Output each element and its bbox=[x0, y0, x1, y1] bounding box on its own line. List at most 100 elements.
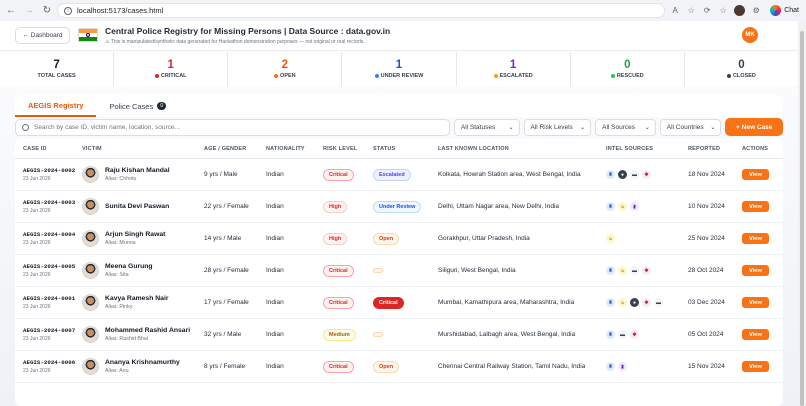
vehicle-source-icon[interactable]: ▬ bbox=[654, 298, 663, 307]
camera-source-icon[interactable]: ● bbox=[630, 298, 639, 307]
header-location[interactable]: LAST KNOWN LOCATION bbox=[438, 146, 606, 152]
case-id[interactable]: AEGIS-2024-0006 bbox=[23, 359, 75, 366]
header-case-id[interactable]: CASE ID bbox=[15, 146, 82, 152]
scroll-thumb[interactable] bbox=[800, 31, 804, 406]
case-id[interactable]: AEGIS-2024-0007 bbox=[23, 327, 75, 334]
case-id[interactable]: AEGIS-2024-0004 bbox=[23, 231, 75, 238]
settings-icon[interactable]: ⚙ bbox=[751, 6, 761, 15]
filter-toolbar: All Statuses ⌄ All Risk Levels ⌄ All Sou… bbox=[15, 117, 783, 137]
vehicle-source-icon[interactable]: ▬ bbox=[630, 170, 639, 179]
dashboard-button[interactable]: ← Dashboard bbox=[15, 27, 70, 44]
view-button[interactable]: View bbox=[742, 265, 769, 276]
search-box[interactable] bbox=[15, 118, 450, 136]
url-text[interactable]: localhost:5173/cases.html bbox=[77, 6, 163, 15]
header-status[interactable]: STATUS bbox=[373, 146, 438, 152]
new-case-button[interactable]: + New Case bbox=[725, 118, 783, 136]
camera-source-icon[interactable]: ● bbox=[618, 170, 627, 179]
header-reported[interactable]: REPORTED bbox=[688, 146, 742, 152]
chevron-down-icon: ⌄ bbox=[580, 124, 586, 131]
report-source-icon[interactable]: ✱ bbox=[630, 330, 639, 339]
table-row[interactable]: AEGIS-2024-0001 23 Jun 2026 Kavya Ramesh N… bbox=[15, 287, 783, 319]
header-age-gender[interactable]: AGE / GENDER bbox=[204, 146, 266, 152]
actions-cell: View bbox=[742, 265, 783, 276]
table-row[interactable]: AEGIS-2024-0007 23 Jun 2026 Mohammed Rashi… bbox=[15, 319, 783, 351]
table-row[interactable]: AEGIS-2024-0005 23 Jun 2026 Meena Gurung Al… bbox=[15, 255, 783, 287]
reload-icon[interactable]: ↻ bbox=[40, 4, 54, 18]
doc-source-icon[interactable]: ▮ bbox=[630, 202, 639, 211]
header-intel-sources[interactable]: INTEL SOURCES bbox=[606, 146, 688, 152]
location-cell: Delhi, Uttam Nagar area, New Delhi, Indi… bbox=[438, 203, 560, 210]
tab-label: Police Cases bbox=[109, 101, 154, 111]
victim-alias: Alias: Anu bbox=[105, 368, 129, 374]
victim-cell: Kavya Ramesh Nair Alias: Pinky bbox=[82, 294, 204, 311]
police-source-icon[interactable]: ♜ bbox=[606, 170, 615, 179]
page-scrollbar[interactable] bbox=[798, 21, 806, 406]
tab-aegis-registry[interactable]: AEGIS Registry bbox=[15, 95, 97, 117]
tip-source-icon[interactable]: ☺ bbox=[618, 298, 627, 307]
case-id[interactable]: AEGIS-2024-0001 bbox=[23, 295, 75, 302]
read-aloud-icon[interactable]: A bbox=[670, 6, 680, 15]
view-button[interactable]: View bbox=[742, 201, 769, 212]
police-source-icon[interactable]: ♜ bbox=[606, 362, 615, 371]
header-nationality[interactable]: NATIONALITY bbox=[266, 146, 323, 152]
india-flag-icon bbox=[78, 28, 98, 42]
chat-button[interactable]: Chat bbox=[767, 5, 802, 16]
report-source-icon[interactable]: ✱ bbox=[642, 170, 651, 179]
stat-card: 1 ESCALATED bbox=[456, 52, 571, 86]
victim-cell: Mohammed Rashid Ansari Alias: Rashid Bhai bbox=[82, 326, 204, 343]
case-date: 23 Jun 2026 bbox=[23, 336, 51, 342]
view-button[interactable]: View bbox=[742, 233, 769, 244]
forward-arrow-icon[interactable]: → bbox=[22, 4, 36, 18]
header-risk-level[interactable]: RISK LEVEL bbox=[323, 146, 373, 152]
view-button[interactable]: View bbox=[742, 169, 769, 180]
tip-source-icon[interactable]: ☺ bbox=[618, 202, 627, 211]
tab-police-cases[interactable]: Police Cases 0 bbox=[96, 95, 179, 117]
address-bar[interactable]: i localhost:5173/cases.html bbox=[57, 3, 665, 18]
tip-source-icon[interactable]: ☺ bbox=[606, 234, 615, 243]
case-id[interactable]: AEGIS-2024-0005 bbox=[23, 263, 75, 270]
info-icon[interactable]: i bbox=[64, 6, 72, 15]
status-filter[interactable]: All Statuses ⌄ bbox=[453, 118, 520, 136]
status-dot-icon bbox=[374, 74, 379, 78]
vehicle-source-icon[interactable]: ▬ bbox=[618, 330, 627, 339]
table-row[interactable]: AEGIS-2024-0006 23 Jun 2026 Ananya Krishna… bbox=[15, 351, 783, 383]
intel-sources-cell: ☺ bbox=[606, 234, 688, 243]
status-cell: Open bbox=[373, 232, 438, 245]
victim-cell: Arjun Singh Rawat Alias: Munna bbox=[82, 230, 204, 247]
risk-filter[interactable]: All Risk Levels ⌄ bbox=[523, 118, 592, 136]
back-arrow-icon[interactable]: ← bbox=[4, 4, 18, 18]
police-source-icon[interactable]: ♜ bbox=[606, 202, 615, 211]
refresh-icon[interactable]: ⟳ bbox=[702, 6, 712, 15]
vehicle-source-icon[interactable]: ▬ bbox=[630, 266, 639, 275]
search-input[interactable] bbox=[34, 123, 434, 131]
source-filter[interactable]: All Sources ⌄ bbox=[595, 118, 656, 136]
location-cell: Gorakhpur, Uttar Pradesh, India bbox=[438, 235, 530, 242]
doc-source-icon[interactable]: ▮ bbox=[618, 362, 627, 371]
case-id[interactable]: AEGIS-2024-0002 bbox=[23, 167, 75, 174]
stat-value: 1 bbox=[509, 59, 517, 71]
table-row[interactable]: AEGIS-2024-0002 23 Jun 2026 Raju Kishan Ma… bbox=[15, 159, 783, 191]
stat-card: 1 CRITICAL bbox=[114, 52, 229, 86]
status-dot-icon bbox=[154, 74, 159, 78]
user-avatar[interactable]: MK bbox=[742, 27, 758, 43]
profile-avatar[interactable] bbox=[734, 5, 746, 16]
police-source-icon[interactable]: ♜ bbox=[606, 266, 615, 275]
risk-badge: High bbox=[323, 200, 348, 213]
actions-cell: View bbox=[742, 297, 783, 308]
view-button[interactable]: View bbox=[742, 297, 769, 308]
police-source-icon[interactable]: ♜ bbox=[606, 330, 615, 339]
view-button[interactable]: View bbox=[742, 329, 769, 340]
view-button[interactable]: View bbox=[742, 361, 769, 372]
tip-source-icon[interactable]: ☺ bbox=[618, 266, 627, 275]
status-cell: Escalated bbox=[373, 168, 438, 181]
table-row[interactable]: AEGIS-2024-0004 23 Jun 2026 Arjun Singh Ra… bbox=[15, 223, 783, 255]
header-victim[interactable]: VICTIM bbox=[82, 146, 204, 152]
table-row[interactable]: AEGIS-2024-0003 23 Jun 2026 Sunita Devi Pa… bbox=[15, 191, 783, 223]
report-source-icon[interactable]: ✱ bbox=[642, 298, 651, 307]
case-id[interactable]: AEGIS-2024-0003 bbox=[23, 199, 75, 206]
favorites-icon[interactable]: ☆ bbox=[718, 6, 728, 15]
country-filter[interactable]: All Countries ⌄ bbox=[659, 118, 722, 136]
police-source-icon[interactable]: ♜ bbox=[606, 298, 615, 307]
favorite-star-icon[interactable]: ☆ bbox=[686, 6, 696, 15]
report-source-icon[interactable]: ✱ bbox=[642, 266, 651, 275]
